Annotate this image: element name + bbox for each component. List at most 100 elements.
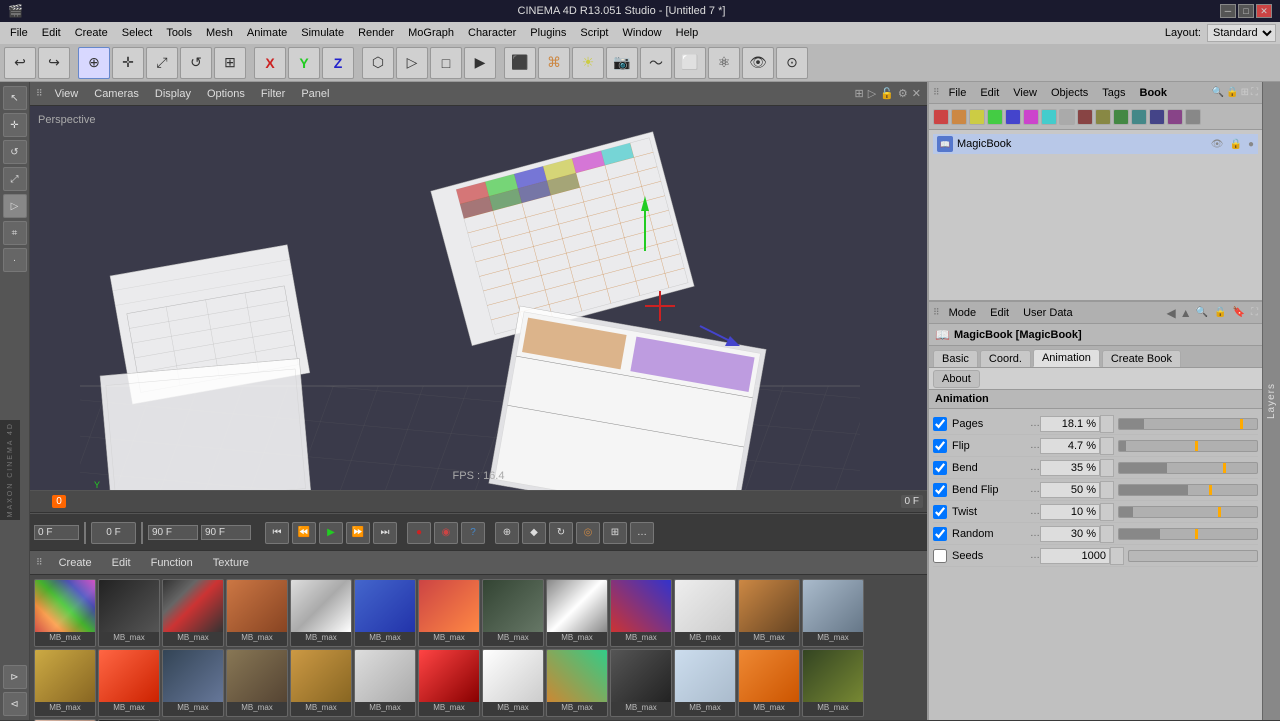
menu-window[interactable]: Window bbox=[617, 25, 668, 41]
viewport-close-icon[interactable]: ✕ bbox=[912, 87, 921, 100]
prop-checkbox-pages[interactable] bbox=[933, 417, 947, 431]
props-lock-icon[interactable]: 🔒 bbox=[1214, 307, 1226, 318]
mat-menu-edit[interactable]: Edit bbox=[108, 555, 135, 571]
mat-menu-create[interactable]: Create bbox=[55, 555, 96, 571]
menu-plugins[interactable]: Plugins bbox=[524, 25, 572, 41]
prop-checkbox-bend[interactable] bbox=[933, 461, 947, 475]
prop-stepper-twist[interactable]: ⊞ bbox=[1100, 503, 1114, 521]
obj-item-magicbook[interactable]: 📖 MagicBook 👁 🔒 ● bbox=[933, 134, 1258, 154]
prop-checkbox-seeds[interactable] bbox=[933, 549, 947, 563]
light-btn[interactable]: ☀ bbox=[572, 47, 604, 79]
spline-btn[interactable]: 〜 bbox=[640, 47, 672, 79]
props-nav-back[interactable]: ◀ bbox=[1167, 306, 1176, 320]
obj-menu-book[interactable]: Book bbox=[1135, 85, 1173, 101]
props-menu-userdata[interactable]: User Data bbox=[1018, 305, 1078, 321]
left-tool9[interactable]: ⊲ bbox=[3, 692, 27, 716]
move-btn[interactable]: ✛ bbox=[112, 47, 144, 79]
viewport-maximize-icon[interactable]: ⊞ bbox=[855, 87, 864, 100]
props-tab-createbook[interactable]: Create Book bbox=[1102, 350, 1181, 367]
left-point[interactable]: · bbox=[3, 248, 27, 272]
prop-checkbox-flip[interactable] bbox=[933, 439, 947, 453]
material-item-10[interactable]: MB_max bbox=[610, 579, 672, 647]
material-item-15[interactable]: MB_max bbox=[98, 649, 160, 717]
redo-btn[interactable]: ↪ bbox=[38, 47, 70, 79]
material-item-20[interactable]: MB_max bbox=[418, 649, 480, 717]
viewport-settings-icon[interactable]: ⚙ bbox=[898, 87, 908, 100]
layer-swatch-11[interactable] bbox=[1113, 109, 1129, 125]
viewport-3d[interactable]: X Y Z bbox=[30, 106, 927, 490]
menu-help[interactable]: Help bbox=[670, 25, 705, 41]
timeline-ruler[interactable]: 0 0 5 10 15 20 25 30 35 40 45 bbox=[30, 491, 927, 513]
material-item-13[interactable]: MB_max bbox=[802, 579, 864, 647]
play-next-btn[interactable]: ⏩ bbox=[346, 522, 370, 544]
prop-slider-bendflip[interactable] bbox=[1118, 484, 1258, 496]
props-tab-basic[interactable]: Basic bbox=[933, 350, 978, 367]
prop-stepper-bend[interactable]: ⊞ bbox=[1100, 459, 1114, 477]
viewport-lock-icon[interactable]: 🔓 bbox=[880, 87, 894, 100]
left-poly[interactable]: ▷ bbox=[3, 194, 27, 218]
layer-swatch-5[interactable] bbox=[1005, 109, 1021, 125]
play-btn[interactable]: ▶ bbox=[319, 522, 343, 544]
viewport-menu-cameras[interactable]: Cameras bbox=[90, 86, 143, 102]
material-item-8[interactable]: MB_max bbox=[482, 579, 544, 647]
extra-btn[interactable]: ⊙ bbox=[776, 47, 808, 79]
material-item-24[interactable]: MB_max bbox=[674, 649, 736, 717]
prop-checkbox-twist[interactable] bbox=[933, 505, 947, 519]
prop-stepper-pages[interactable]: ⊞ bbox=[1100, 415, 1114, 433]
deform-btn[interactable]: ⌘ bbox=[538, 47, 570, 79]
props-search-icon[interactable]: 🔍 bbox=[1196, 307, 1208, 318]
current-frame-input[interactable] bbox=[34, 525, 79, 540]
menu-file[interactable]: File bbox=[4, 25, 34, 41]
material-item-14[interactable]: MB_max bbox=[34, 649, 96, 717]
menu-mograph[interactable]: MoGraph bbox=[402, 25, 460, 41]
menu-script[interactable]: Script bbox=[574, 25, 614, 41]
props-menu-edit[interactable]: Edit bbox=[985, 305, 1014, 321]
left-rotate[interactable]: ↺ bbox=[3, 140, 27, 164]
prop-stepper-seeds[interactable]: ⊞ bbox=[1110, 547, 1124, 565]
extras-btn[interactable]: … bbox=[630, 522, 654, 544]
left-scale[interactable]: ⤢ bbox=[3, 167, 27, 191]
props-bookmark-icon[interactable]: 🔖 bbox=[1233, 307, 1245, 318]
prop-stepper-flip[interactable]: ⊞ bbox=[1100, 437, 1114, 455]
material-item-7[interactable]: MB_max bbox=[418, 579, 480, 647]
prop-checkbox-bendflip[interactable] bbox=[933, 483, 947, 497]
end-frame-input[interactable] bbox=[148, 525, 198, 540]
viewport-drag-handle[interactable]: ⠿ bbox=[36, 88, 43, 99]
menu-simulate[interactable]: Simulate bbox=[295, 25, 350, 41]
fps-btn[interactable]: ⊞ bbox=[603, 522, 627, 544]
cube-btn[interactable]: ⬛ bbox=[504, 47, 536, 79]
obj-lock2-icon[interactable]: 🔒 bbox=[1230, 139, 1242, 150]
prop-slider-seeds[interactable] bbox=[1128, 550, 1258, 562]
material-item-18[interactable]: MB_max bbox=[290, 649, 352, 717]
menu-mesh[interactable]: Mesh bbox=[200, 25, 239, 41]
material-item-9[interactable]: MB_max bbox=[546, 579, 608, 647]
layer-swatch-8[interactable] bbox=[1059, 109, 1075, 125]
atom-btn[interactable]: ⚛ bbox=[708, 47, 740, 79]
props-drag-handle[interactable]: ⠿ bbox=[933, 307, 940, 318]
scale-btn[interactable]: ⤢ bbox=[146, 47, 178, 79]
material-item-16[interactable]: MB_max bbox=[162, 649, 224, 717]
menu-edit[interactable]: Edit bbox=[36, 25, 67, 41]
layer-swatch-10[interactable] bbox=[1095, 109, 1111, 125]
material-item-12[interactable]: MB_max bbox=[738, 579, 800, 647]
material-item-5[interactable]: MB_max bbox=[290, 579, 352, 647]
play-render-btn[interactable]: ▷ bbox=[396, 47, 428, 79]
material-item-25[interactable]: MB_max bbox=[738, 649, 800, 717]
menu-select[interactable]: Select bbox=[116, 25, 159, 41]
record-auto-btn[interactable]: ◉ bbox=[434, 522, 458, 544]
props-subtab-about[interactable]: About bbox=[933, 370, 980, 388]
obj-menu-objects[interactable]: Objects bbox=[1046, 85, 1093, 101]
layer-swatch-6[interactable] bbox=[1023, 109, 1039, 125]
layer-swatch-14[interactable] bbox=[1167, 109, 1183, 125]
material-item-1[interactable]: MB_max bbox=[34, 579, 96, 647]
x-axis-btn[interactable]: X bbox=[254, 47, 286, 79]
stop-render-btn[interactable]: □ bbox=[430, 47, 462, 79]
left-select[interactable]: ↖ bbox=[3, 86, 27, 110]
live-select-btn[interactable]: ⊕ bbox=[78, 47, 110, 79]
prop-stepper-bendflip[interactable]: ⊞ bbox=[1100, 481, 1114, 499]
obj-search-icon[interactable]: 🔍 bbox=[1212, 87, 1224, 98]
props-tab-animation[interactable]: Animation bbox=[1033, 349, 1100, 367]
layer-swatch-9[interactable] bbox=[1077, 109, 1093, 125]
viewport-menu-options[interactable]: Options bbox=[203, 86, 249, 102]
obj-layer-icon[interactable]: ⊞ bbox=[1241, 87, 1249, 98]
